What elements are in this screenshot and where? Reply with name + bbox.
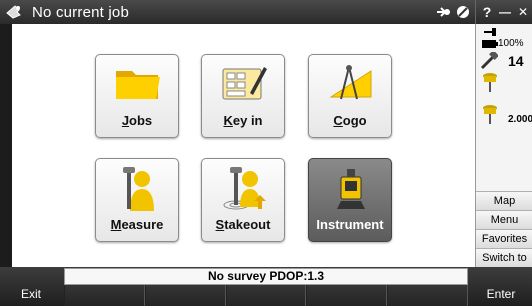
switch-to-button[interactable]: Switch to	[476, 248, 532, 267]
instrument-tile[interactable]: Instrument	[308, 158, 392, 242]
menu-button[interactable]: Menu	[476, 210, 532, 229]
app-menu-icon[interactable]	[4, 2, 26, 22]
title-bar: No current job ? — ✕	[0, 0, 532, 24]
exit-button[interactable]: Exit	[0, 268, 62, 306]
receiver-icon[interactable]	[482, 72, 498, 92]
measure-icon	[123, 167, 154, 211]
measure-tile[interactable]: Measure	[95, 158, 179, 242]
survey-status-bar: No survey PDOP:1.3	[64, 268, 468, 285]
satellite-icon	[480, 52, 498, 70]
key-in-label: Key in	[223, 113, 263, 128]
instrument-label: Instrument	[316, 217, 384, 232]
cogo-tile[interactable]: Cogo	[308, 54, 392, 138]
titlebar-divider	[475, 0, 476, 24]
softkey-5[interactable]	[387, 285, 468, 306]
stakeout-icon	[223, 167, 266, 210]
window-title: No current job	[32, 3, 130, 21]
folder-icon	[116, 71, 160, 99]
softkey-row	[64, 285, 468, 306]
map-button[interactable]: Map	[476, 191, 532, 210]
softkey-1[interactable]	[64, 285, 145, 306]
battery-indicator[interactable]: 100%	[482, 38, 524, 49]
no-entry-icon[interactable]	[453, 0, 473, 24]
measure-label: Measure	[110, 217, 164, 232]
stakeout-tile[interactable]: Stakeout	[201, 158, 285, 242]
satellite-indicator[interactable]: 14	[480, 52, 524, 70]
cogo-label: Cogo	[333, 113, 367, 128]
connection-icon[interactable]	[433, 0, 453, 24]
power-plug-icon	[484, 28, 496, 36]
keyin-icon	[222, 67, 267, 100]
antenna-icon[interactable]	[482, 104, 498, 124]
favorites-button[interactable]: Favorites	[476, 229, 532, 248]
battery-icon	[482, 39, 498, 48]
status-panel: 100% 14 2.000 Map Menu Favorites Switch …	[475, 24, 532, 267]
main-menu-area: Jobs Key in Cogo Measure Stakeout Instru…	[12, 24, 475, 267]
softkey-4[interactable]	[306, 285, 388, 306]
left-edge	[0, 24, 12, 267]
jobs-label: Jobs	[121, 113, 153, 128]
softkey-2[interactable]	[144, 285, 226, 306]
instrument-icon	[337, 169, 365, 209]
jobs-tile[interactable]: Jobs	[95, 54, 179, 138]
satellite-count: 14	[508, 53, 524, 69]
battery-percent: 100%	[498, 38, 524, 49]
minimize-button[interactable]: —	[496, 0, 514, 24]
stakeout-label: Stakeout	[215, 217, 271, 232]
key-in-tile[interactable]: Key in	[201, 54, 285, 138]
help-button[interactable]: ?	[478, 0, 496, 24]
enter-button[interactable]: Enter	[470, 268, 532, 306]
cogo-icon	[329, 65, 372, 100]
antenna-height: 2.000	[508, 114, 532, 125]
softkey-3[interactable]	[225, 285, 307, 306]
close-button[interactable]: ✕	[514, 0, 532, 24]
